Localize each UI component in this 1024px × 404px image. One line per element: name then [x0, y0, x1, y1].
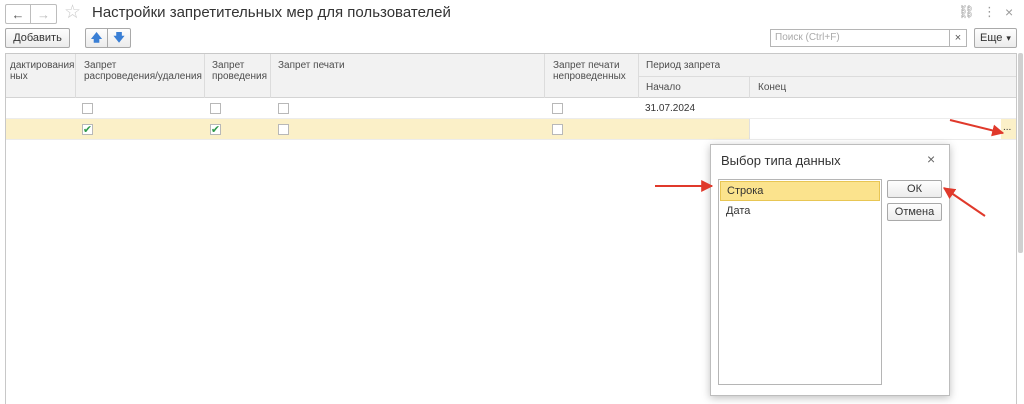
header-divider: [638, 76, 1016, 77]
column-header-posting[interactable]: Запрет проведения: [208, 60, 267, 82]
cancel-button[interactable]: Отмена: [887, 203, 942, 221]
chevron-down-icon: ▾: [1006, 32, 1011, 43]
type-list[interactable]: Строка Дата: [718, 179, 882, 385]
ok-button[interactable]: ОК: [887, 180, 942, 198]
table-row[interactable]: ✔ ✔ ...: [6, 119, 1016, 140]
more-button[interactable]: Еще ▾: [974, 28, 1017, 48]
arrow-left-icon: ←: [11, 6, 25, 22]
back-button[interactable]: ←: [5, 4, 31, 24]
column-divider: [544, 54, 545, 98]
posting-checkbox[interactable]: ✔: [210, 124, 221, 135]
checkmark-icon: ✔: [210, 123, 221, 136]
column-divider: [749, 76, 750, 98]
print-checkbox[interactable]: [278, 103, 289, 114]
arrow-right-icon: →: [37, 6, 50, 22]
column-header-editing[interactable]: дактирования ных: [6, 60, 74, 82]
close-icon[interactable]: ×: [1005, 4, 1013, 20]
print-checkbox[interactable]: [278, 124, 289, 135]
column-header-print[interactable]: Запрет печати: [274, 60, 345, 71]
column-header-end[interactable]: Конец: [754, 82, 786, 93]
forward-button[interactable]: →: [31, 4, 57, 24]
end-date-input[interactable]: [749, 119, 1001, 139]
column-divider: [204, 54, 205, 98]
print-unposted-checkbox[interactable]: [552, 103, 563, 114]
checkmark-icon: ✔: [82, 123, 93, 136]
add-button[interactable]: Добавить: [5, 28, 70, 48]
close-icon[interactable]: ×: [927, 151, 935, 167]
search-clear-button[interactable]: ×: [949, 29, 967, 47]
unpost-delete-checkbox[interactable]: ✔: [82, 124, 93, 135]
dialog-title: Выбор типа данных: [721, 153, 841, 168]
column-header-text: проведения: [212, 71, 267, 82]
column-header-print-unposted[interactable]: Запрет печати непроведенных: [549, 60, 626, 82]
column-divider: [270, 54, 271, 98]
unpost-delete-checkbox[interactable]: [82, 103, 93, 114]
favorite-star-icon[interactable]: ☆: [64, 2, 81, 24]
column-header-text: непроведенных: [553, 71, 626, 82]
print-unposted-checkbox[interactable]: [552, 124, 563, 135]
table-header: дактирования ных Запрет распроведения/уд…: [6, 54, 1016, 98]
move-up-button[interactable]: 🡅: [85, 28, 108, 48]
select-type-button[interactable]: ...: [1003, 122, 1011, 134]
column-divider: [75, 54, 76, 98]
data-type-dialog: Выбор типа данных × Строка Дата ОК Отмен…: [710, 144, 950, 396]
start-date-cell[interactable]: 31.07.2024: [645, 103, 695, 115]
list-item-date[interactable]: Дата: [720, 202, 880, 222]
column-header-text: дактирования: [10, 60, 75, 71]
vertical-scrollbar[interactable]: [1018, 53, 1023, 253]
arrow-up-icon: 🡅: [90, 31, 103, 44]
column-header-text: Запрет: [84, 60, 117, 71]
column-header-start[interactable]: Начало: [642, 82, 681, 93]
column-header-unpost-delete[interactable]: Запрет распроведения/удаления: [80, 60, 202, 82]
posting-checkbox[interactable]: [210, 103, 221, 114]
move-down-button[interactable]: 🡇: [108, 28, 131, 48]
link-icon[interactable]: ⛓: [958, 4, 975, 20]
more-vertical-icon[interactable]: ⋮: [983, 4, 996, 20]
column-header-period: Период запрета: [646, 60, 721, 71]
arrow-down-icon: 🡇: [113, 31, 125, 44]
search-input[interactable]: Поиск (Ctrl+F): [770, 29, 950, 47]
list-item-string[interactable]: Строка: [720, 181, 880, 201]
table-row[interactable]: 31.07.2024: [6, 98, 1016, 119]
column-header-text: Запрет: [212, 60, 245, 71]
page-title: Настройки запретительных мер для пользов…: [92, 4, 451, 21]
column-header-text: Запрет печати: [553, 60, 620, 71]
column-header-text: распроведения/удаления: [84, 71, 202, 82]
column-divider: [638, 54, 639, 98]
column-header-text: ных: [10, 71, 28, 82]
more-label: Еще: [980, 32, 1003, 44]
